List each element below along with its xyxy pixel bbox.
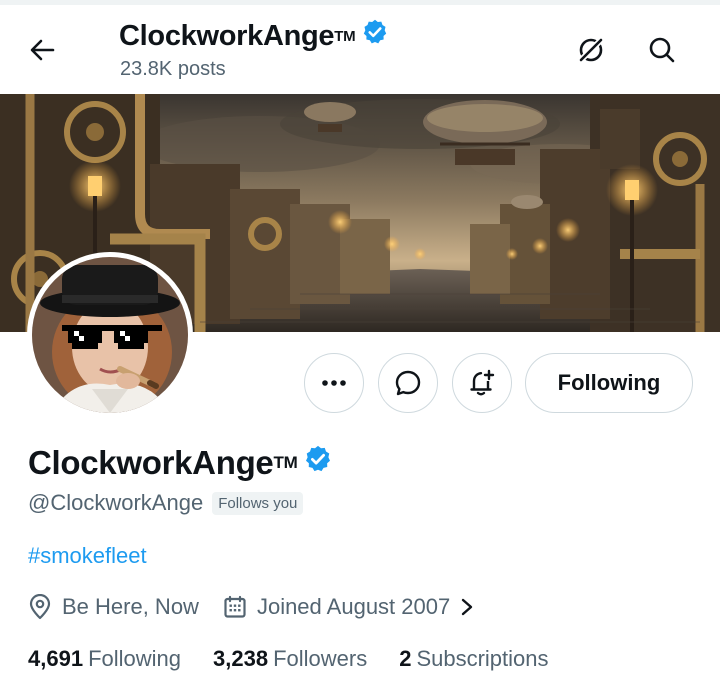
following-count: 4,691 [28, 646, 84, 671]
following-label: Following [88, 646, 181, 671]
back-button[interactable] [22, 30, 62, 70]
back-arrow-icon [30, 39, 55, 61]
follows-you-badge: Follows you [212, 491, 304, 515]
grok-icon [577, 36, 605, 64]
header-post-count: 23.8K posts [120, 58, 226, 80]
header-trademark: TM [334, 27, 356, 45]
more-icon [322, 380, 346, 386]
calendar-icon [224, 595, 246, 618]
profile-handle: @ClockworkAnge [28, 490, 204, 515]
header-name: ClockworkAnge TM [119, 18, 389, 54]
following-button[interactable]: Following [525, 353, 693, 413]
status-divider [0, 0, 720, 5]
location-pin-icon [29, 594, 51, 620]
location-text: Be Here, Now [62, 594, 199, 619]
notifications-button[interactable] [452, 353, 512, 413]
message-icon [395, 370, 421, 396]
avatar-image [32, 257, 188, 413]
joined-item[interactable]: Joined August 2007 [223, 594, 486, 620]
followers-count: 3,238 [213, 646, 269, 671]
profile-avatar[interactable] [27, 252, 193, 418]
followers-stat[interactable]: 3,238 Followers [213, 646, 367, 672]
profile-name: ClockworkAnge TM [28, 444, 333, 482]
subscriptions-label: Subscriptions [416, 646, 549, 671]
verified-badge-icon [361, 18, 389, 54]
more-options-button[interactable] [304, 353, 364, 413]
bio-hashtag-link[interactable]: #smokefleet [28, 543, 147, 569]
message-button[interactable] [378, 353, 438, 413]
handle-row: @ClockworkAnge Follows you [28, 490, 304, 516]
profile-meta: Be Here, Now Joined August 2007 [28, 594, 486, 620]
verified-badge-icon[interactable] [303, 444, 333, 482]
profile-stats: 4,691 Following 3,238 Followers 2 Subscr… [28, 646, 581, 672]
followers-label: Followers [273, 646, 368, 671]
search-button[interactable] [642, 30, 682, 70]
profile-trademark: TM [273, 453, 298, 472]
following-stat[interactable]: 4,691 Following [28, 646, 181, 672]
header-name-text: ClockworkAnge [119, 19, 335, 52]
top-bar: ClockworkAnge TM 23.8K posts [0, 0, 720, 94]
location-item: Be Here, Now [28, 594, 199, 620]
joined-text: Joined August 2007 [256, 594, 451, 619]
subscriptions-count: 2 [399, 646, 412, 671]
chevron-right-icon [462, 598, 473, 616]
notification-bell-icon [470, 369, 495, 396]
profile-name-text: ClockworkAnge [28, 444, 274, 481]
subscriptions-stat[interactable]: 2 Subscriptions [399, 646, 548, 672]
grok-button[interactable] [571, 30, 611, 70]
search-icon [649, 37, 675, 63]
